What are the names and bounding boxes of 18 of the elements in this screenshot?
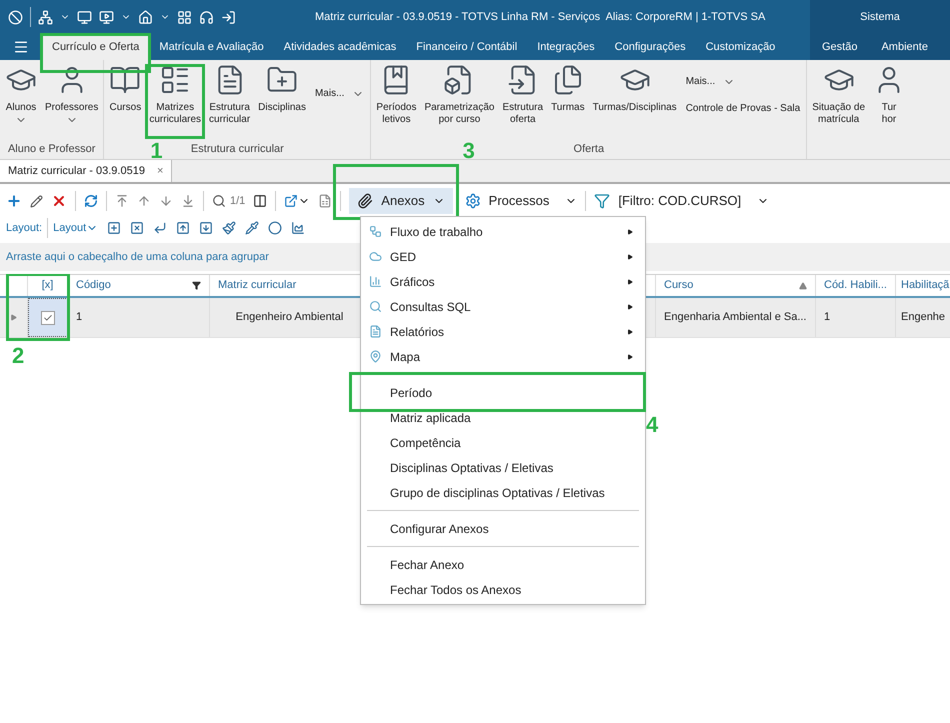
record-counter: 1/1	[230, 194, 246, 209]
annotation-number: 4	[646, 414, 658, 436]
table-cell-text: 1	[76, 310, 82, 326]
group-label: Aluno e Professor	[8, 142, 96, 157]
group-hint: Arraste aqui o cabeçalho de uma coluna para agrupar	[6, 250, 269, 265]
document-tab-title: Matriz curricular - 03.9.0519	[8, 164, 145, 179]
table-cell-text: Engenharia Ambiental e Sa...	[664, 310, 806, 326]
system-label: Sistema	[860, 10, 900, 25]
annotation-number: 2	[12, 345, 24, 367]
layout-label: Layout:	[6, 220, 42, 236]
group-label: Estrutura curricular	[190, 142, 284, 157]
table-cell-text: 1	[824, 310, 830, 326]
annotation-number: 1	[150, 140, 163, 159]
group-label: Oferta	[574, 142, 604, 157]
table-cell-text: Engenhe	[901, 310, 946, 326]
window-title: Matriz curricular - 03.9.0519 - TOTVS Linha RM - Serviços Alias: CorporeRM | 1-TOTVS SA	[315, 10, 766, 25]
annotation-number: 3	[462, 140, 475, 162]
table-cell-text: Engenheiro Ambiental	[236, 310, 344, 326]
